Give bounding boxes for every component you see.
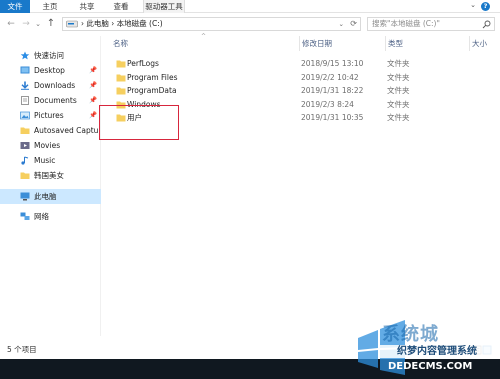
sidebar-item-quick-access[interactable]: 快速访问 bbox=[0, 48, 101, 63]
drive-icon bbox=[66, 20, 78, 28]
list-item[interactable]: Program Files 2019/2/2 10:42 文件夹 bbox=[101, 71, 500, 85]
list-item[interactable]: ProgramData 2019/1/31 18:22 文件夹 bbox=[101, 84, 500, 98]
list-item[interactable]: PerfLogs 2018/9/15 13:10 文件夹 bbox=[101, 57, 500, 71]
help-icon[interactable]: ? bbox=[481, 2, 490, 11]
sidebar-item-label: 网络 bbox=[34, 212, 49, 221]
tab-share[interactable]: 共享 bbox=[76, 0, 98, 13]
file-name: Program Files bbox=[127, 72, 178, 82]
file-date: 2019/2/2 10:42 bbox=[301, 72, 359, 82]
file-type: 文件夹 bbox=[387, 86, 410, 95]
refresh-icon[interactable]: ⟳ bbox=[350, 18, 357, 30]
search-placeholder: 搜索"本地磁盘 (C:)" bbox=[372, 19, 440, 28]
folder-icon bbox=[116, 74, 126, 81]
up-icon[interactable]: ↑ bbox=[44, 15, 58, 33]
star-icon bbox=[20, 51, 30, 60]
watermark-url: DEDECMS.COM bbox=[388, 361, 473, 372]
file-date: 2019/1/31 10:35 bbox=[301, 113, 364, 122]
address-bar[interactable]: › 此电脑 › 本地磁盘 (C:) ⌄ ⟳ bbox=[62, 17, 361, 31]
forward-icon[interactable]: → bbox=[20, 15, 32, 33]
sidebar-item-movies[interactable]: Movies bbox=[0, 138, 101, 153]
sidebar-item-label: Music bbox=[34, 156, 56, 165]
sidebar-item-desktop[interactable]: Desktop 📌 bbox=[0, 63, 101, 78]
sidebar-item-network[interactable]: 网络 bbox=[0, 209, 101, 224]
recent-locations-icon[interactable]: ⌄ bbox=[33, 15, 43, 33]
collapse-ribbon-icon[interactable]: ⌄ bbox=[470, 1, 476, 9]
navigation-bar: ← → ⌄ ↑ › 此电脑 › 本地磁盘 (C:) ⌄ ⟳ 搜索"本地磁盘 (C… bbox=[0, 15, 500, 33]
column-type[interactable]: 类型 bbox=[385, 36, 403, 51]
column-date-modified[interactable]: 修改日期 bbox=[299, 36, 332, 51]
back-icon[interactable]: ← bbox=[5, 15, 17, 33]
sidebar-item-downloads[interactable]: Downloads 📌 bbox=[0, 78, 101, 93]
computer-icon bbox=[20, 192, 30, 201]
pin-icon[interactable]: 📌 bbox=[89, 78, 97, 93]
folder-icon bbox=[116, 60, 126, 68]
ribbon-tabs: 文件 主页 共享 查看 驱动器工具 ⌄ ? bbox=[0, 0, 500, 13]
column-size[interactable]: 大小 bbox=[469, 36, 487, 51]
watermark-subtitle: 织梦内容管理系统 bbox=[378, 345, 496, 358]
pin-icon[interactable]: 📌 bbox=[89, 93, 97, 108]
desktop-icon bbox=[20, 66, 30, 74]
file-date: 2019/1/31 18:22 bbox=[301, 86, 364, 95]
search-input[interactable]: 搜索"本地磁盘 (C:)" bbox=[367, 17, 495, 31]
music-icon bbox=[21, 156, 29, 165]
sidebar-item-label: Movies bbox=[34, 141, 61, 150]
tab-view[interactable]: 查看 bbox=[110, 0, 132, 13]
sidebar-item-korean-folder[interactable]: 韩国美女 bbox=[0, 168, 101, 183]
file-name: ProgramData bbox=[127, 86, 177, 95]
file-type: 文件夹 bbox=[387, 113, 410, 122]
breadcrumb[interactable]: › 此电脑 › 本地磁盘 (C:) bbox=[81, 18, 163, 30]
sort-indicator-icon: ^ bbox=[201, 33, 207, 40]
folder-icon bbox=[116, 87, 126, 95]
sidebar-item-label: Pictures bbox=[34, 111, 64, 120]
sidebar-item-label: Desktop bbox=[34, 66, 65, 75]
file-date: 2019/2/3 8:24 bbox=[301, 99, 354, 109]
documents-icon bbox=[21, 96, 29, 105]
address-dropdown-icon[interactable]: ⌄ bbox=[339, 18, 344, 30]
highlight-annotation bbox=[99, 105, 179, 140]
sidebar-item-label: 韩国美女 bbox=[34, 171, 64, 180]
sidebar-item-autosaved-captures[interactable]: Autosaved Captu bbox=[0, 123, 101, 138]
sidebar-item-label: 此电脑 bbox=[34, 192, 57, 201]
network-icon bbox=[20, 212, 30, 220]
download-icon bbox=[21, 81, 29, 90]
navigation-pane: 快速访问 Desktop 📌 Downloads 📌 Documents 📌 P… bbox=[0, 36, 101, 336]
pictures-icon bbox=[20, 111, 30, 120]
file-name: PerfLogs bbox=[127, 59, 159, 68]
item-count: 5 个项目 bbox=[7, 345, 37, 354]
movies-icon bbox=[20, 142, 30, 149]
sidebar-item-pictures[interactable]: Pictures 📌 bbox=[0, 108, 101, 123]
search-icon[interactable] bbox=[482, 20, 491, 29]
tab-file[interactable]: 文件 bbox=[0, 0, 30, 13]
pin-icon[interactable]: 📌 bbox=[89, 108, 97, 123]
pin-icon[interactable]: 📌 bbox=[89, 63, 97, 78]
folder-icon bbox=[20, 127, 30, 134]
file-date: 2018/9/15 13:10 bbox=[301, 59, 364, 68]
sidebar-item-label: Downloads bbox=[34, 81, 76, 90]
sidebar-item-label: Autosaved Captu bbox=[34, 126, 99, 135]
sidebar-item-music[interactable]: Music bbox=[0, 153, 101, 168]
sidebar-item-documents[interactable]: Documents 📌 bbox=[0, 93, 101, 108]
tab-drive-tools[interactable]: 驱动器工具 bbox=[143, 0, 185, 13]
folder-icon bbox=[20, 172, 30, 179]
sidebar-item-label: 快速访问 bbox=[34, 51, 64, 60]
tab-home[interactable]: 主页 bbox=[39, 0, 61, 13]
file-type: 文件夹 bbox=[387, 72, 410, 82]
file-type: 文件夹 bbox=[387, 99, 410, 109]
column-header: ^ 名称 修改日期 类型 大小 bbox=[101, 33, 500, 51]
sidebar-item-label: Documents bbox=[34, 96, 77, 105]
watermark-title: 系统城 bbox=[382, 324, 439, 345]
column-name[interactable]: 名称 bbox=[113, 36, 128, 51]
sidebar-item-this-pc[interactable]: 此电脑 bbox=[0, 189, 101, 204]
file-type: 文件夹 bbox=[387, 59, 410, 68]
